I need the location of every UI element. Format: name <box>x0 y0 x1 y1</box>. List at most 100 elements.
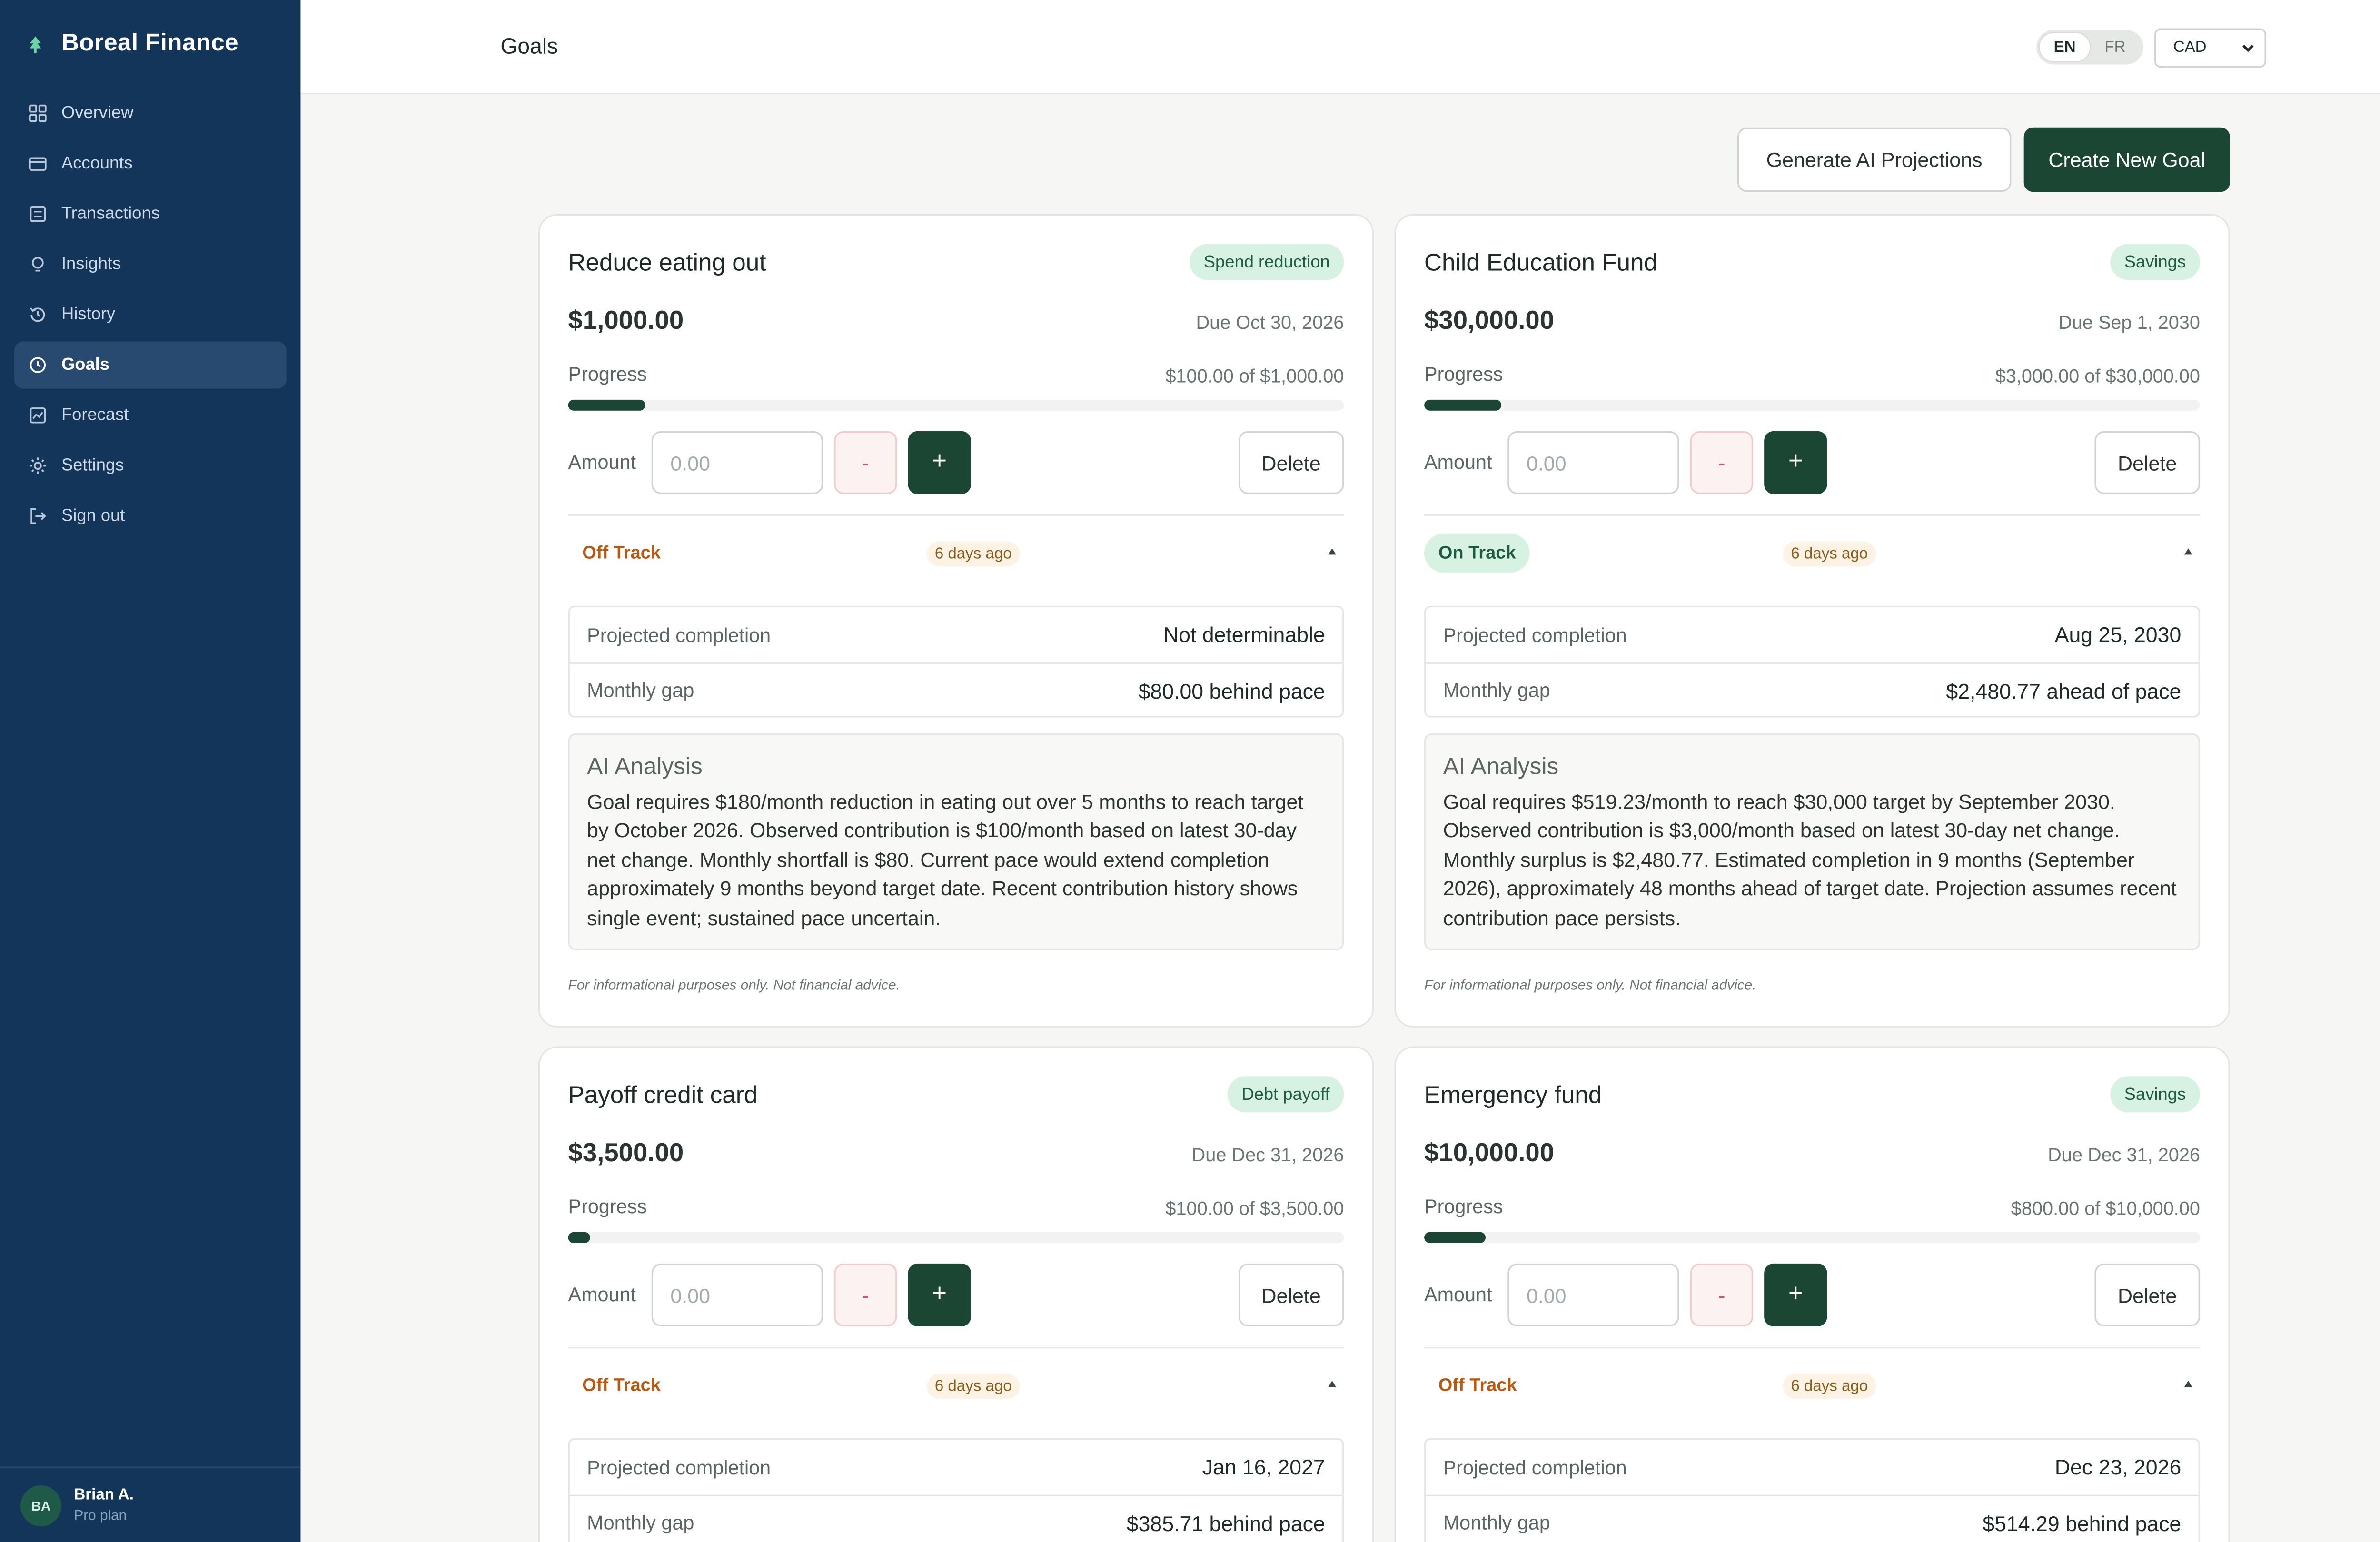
amount-placeholder: 0.00 <box>670 451 711 474</box>
language-fr-button[interactable]: FR <box>2090 33 2141 61</box>
sidebar-item-settings[interactable]: Settings <box>14 442 287 489</box>
sidebar: Boreal Finance Overview Accounts Transac… <box>0 0 301 1542</box>
projection-metrics: Projected completion Jan 16, 2027 Monthl… <box>568 1438 1344 1542</box>
amount-input[interactable]: 0.00 <box>1507 1263 1679 1327</box>
goal-target-amount: $10,000.00 <box>1424 1139 1555 1168</box>
goal-target-amount: $3,500.00 <box>568 1139 684 1168</box>
goal-type-badge: Spend reduction <box>1190 244 1344 280</box>
status-badge: On Track <box>1424 533 1530 573</box>
monthly-gap-row: Monthly gap $2,480.77 ahead of pace <box>1426 662 2199 718</box>
progress-label: Progress <box>1424 363 1503 386</box>
subtract-amount-button[interactable]: - <box>834 1263 897 1327</box>
amount-label: Amount <box>1424 1284 1492 1306</box>
ai-analysis-text: Goal requires $519.23/month to reach $30… <box>1443 790 2177 929</box>
sidebar-item-history[interactable]: History <box>14 291 287 338</box>
target-icon <box>29 356 48 375</box>
progress-label: Progress <box>568 1196 647 1218</box>
avatar: BA <box>20 1484 61 1526</box>
sidebar-item-overview[interactable]: Overview <box>14 89 287 137</box>
collapse-caret-icon[interactable] <box>1327 1378 1338 1389</box>
goal-type-badge: Debt payoff <box>1227 1076 1344 1113</box>
progress-bar-fill <box>568 399 646 411</box>
monthly-gap-row: Monthly gap $80.00 behind pace <box>569 662 1343 718</box>
add-amount-button[interactable]: + <box>908 1263 971 1327</box>
language-en-button[interactable]: EN <box>2039 33 2090 61</box>
amount-placeholder: 0.00 <box>670 1283 711 1307</box>
sidebar-item-label: Settings <box>61 456 124 475</box>
collapse-caret-icon[interactable] <box>2183 546 2194 557</box>
delete-goal-button[interactable]: Delete <box>1238 431 1344 494</box>
amount-label: Amount <box>568 451 636 474</box>
chevron-down-icon <box>2242 45 2254 52</box>
goal-target-amount: $30,000.00 <box>1424 306 1555 336</box>
grid-icon <box>29 104 48 123</box>
chart-icon <box>29 406 48 425</box>
metric-label: Projected completion <box>1443 1456 1627 1479</box>
monthly-gap-row: Monthly gap $385.71 behind pace <box>569 1494 1343 1542</box>
projection-metrics: Projected completion Dec 23, 2026 Monthl… <box>1424 1438 2200 1542</box>
goal-type-badge: Savings <box>2110 1076 2200 1113</box>
updated-badge: 6 days ago <box>927 541 1020 567</box>
goal-card: Child Education Fund Savings $30,000.00 … <box>1394 214 2230 1028</box>
collapse-caret-icon[interactable] <box>1327 546 1338 557</box>
delete-goal-button[interactable]: Delete <box>2094 1263 2200 1327</box>
delete-goal-button[interactable]: Delete <box>2094 431 2200 494</box>
disclaimer-text: For informational purposes only. Not fin… <box>1424 977 1756 993</box>
goal-due-date: Due Oct 30, 2026 <box>1196 311 1344 334</box>
delete-goal-button[interactable]: Delete <box>1238 1263 1344 1327</box>
user-profile[interactable]: BA Brian A. Pro plan <box>0 1466 301 1542</box>
subtract-amount-button[interactable]: - <box>834 431 897 494</box>
goal-target-amount: $1,000.00 <box>568 306 684 336</box>
currency-select[interactable]: CAD <box>2154 28 2266 68</box>
metric-label: Projected completion <box>587 623 771 646</box>
metric-value: $2,480.77 ahead of pace <box>1946 679 2182 703</box>
goal-due-date: Due Dec 31, 2026 <box>2048 1144 2200 1166</box>
currency-value: CAD <box>2173 39 2207 57</box>
updated-badge: 6 days ago <box>1783 1374 1876 1399</box>
amount-placeholder: 0.00 <box>1526 451 1567 474</box>
sidebar-item-label: Overview <box>61 104 134 123</box>
sidebar-item-label: Accounts <box>61 154 133 173</box>
progress-label: Progress <box>1424 1196 1503 1218</box>
sidebar-item-label: Sign out <box>61 506 125 526</box>
goal-title: Payoff credit card <box>568 1082 758 1109</box>
amount-input[interactable]: 0.00 <box>651 431 823 494</box>
sidebar-item-goals[interactable]: Goals <box>14 341 287 389</box>
goal-card: Payoff credit card Debt payoff $3,500.00… <box>538 1046 1374 1542</box>
progress-value: $100.00 of $3,500.00 <box>1165 1197 1344 1220</box>
add-amount-button[interactable]: + <box>908 431 971 494</box>
sidebar-item-insights[interactable]: Insights <box>14 241 287 288</box>
amount-input[interactable]: 0.00 <box>651 1263 823 1327</box>
page-title: Goals <box>500 33 558 59</box>
sidebar-item-transactions[interactable]: Transactions <box>14 190 287 237</box>
generate-ai-projections-button[interactable]: Generate AI Projections <box>1737 127 2012 192</box>
divider <box>568 514 1344 516</box>
add-amount-button[interactable]: + <box>1764 1263 1827 1327</box>
create-new-goal-button[interactable]: Create New Goal <box>2023 127 2230 192</box>
sidebar-item-sign-out[interactable]: Sign out <box>14 493 287 540</box>
sidebar-item-forecast[interactable]: Forecast <box>14 392 287 439</box>
progress-bar <box>1424 1232 2200 1243</box>
progress-label: Progress <box>568 363 647 386</box>
collapse-caret-icon[interactable] <box>2183 1378 2194 1389</box>
progress-bar <box>568 1232 1344 1243</box>
sidebar-item-label: Insights <box>61 255 121 274</box>
subtract-amount-button[interactable]: - <box>1690 431 1754 494</box>
brand[interactable]: Boreal Finance <box>0 0 300 88</box>
metric-label: Projected completion <box>1443 623 1627 646</box>
subtract-amount-button[interactable]: - <box>1690 1263 1754 1327</box>
amount-input[interactable]: 0.00 <box>1507 431 1679 494</box>
goal-due-date: Due Sep 1, 2030 <box>2058 311 2200 334</box>
divider <box>1424 1347 2200 1349</box>
sign-out-icon <box>29 507 48 526</box>
divider <box>568 1347 1344 1349</box>
add-amount-button[interactable]: + <box>1764 431 1827 494</box>
progress-bar-fill <box>1424 399 1502 411</box>
progress-bar <box>568 399 1344 411</box>
sidebar-item-accounts[interactable]: Accounts <box>14 140 287 187</box>
metric-value: Dec 23, 2026 <box>2054 1455 2182 1479</box>
projected-completion-row: Projected completion Aug 25, 2030 <box>1426 607 2198 662</box>
metric-value: Aug 25, 2030 <box>2054 623 2182 647</box>
metric-label: Monthly gap <box>587 1512 694 1534</box>
sidebar-item-label: Goals <box>61 356 110 375</box>
